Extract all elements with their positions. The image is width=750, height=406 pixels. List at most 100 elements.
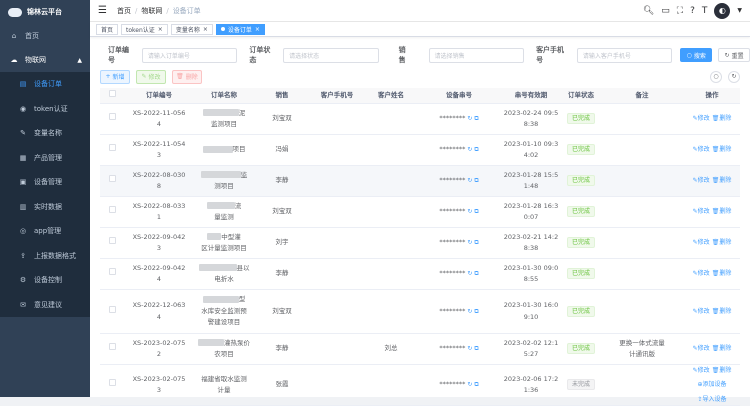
phone-input[interactable]: 请输入客户手机号 [576, 47, 673, 63]
refresh-icon[interactable]: ↻ [467, 208, 472, 215]
row-checkbox[interactable] [108, 379, 116, 387]
edit-link[interactable]: ✎修改 [693, 367, 710, 374]
sidebar-item-report-format[interactable]: ⇪ 上报数据格式 [0, 243, 90, 268]
order-no-input[interactable]: 请输入订单编号 [141, 47, 238, 63]
edit-link[interactable]: ✎修改 [693, 270, 710, 277]
row-checkbox[interactable] [108, 113, 116, 121]
sales-label: 销售 [398, 46, 406, 64]
copy-icon[interactable]: ⧉ [474, 115, 478, 122]
tag-variable[interactable]: 变量名称 × [170, 23, 213, 35]
select-all-checkbox[interactable] [108, 89, 116, 97]
refresh-icon[interactable]: ↻ [467, 270, 472, 277]
sidebar-item-feedback[interactable]: ✉ 意见建议 [0, 292, 90, 317]
edit-link-label: 修改 [697, 270, 710, 278]
edit-link[interactable]: ✎修改 [693, 115, 710, 122]
fullscreen-icon[interactable]: ⛶ [677, 6, 683, 16]
edit-link[interactable]: ✎修改 [693, 208, 710, 215]
edit-link[interactable]: ✎修改 [693, 345, 710, 352]
close-icon[interactable]: × [255, 26, 260, 33]
breadcrumb-iot[interactable]: 物联网 [141, 7, 162, 15]
copy-icon[interactable]: ⧉ [474, 270, 478, 277]
delete-link[interactable]: 🗑︎删除 [712, 367, 732, 374]
sidebar-item-app[interactable]: ◎ app管理 [0, 219, 90, 244]
sidebar-item-device-order[interactable]: ▤ 设备订单 [0, 72, 90, 97]
sidebar-item-iot[interactable]: ☁ 物联网 ▲ [0, 48, 90, 72]
row-checkbox[interactable] [108, 175, 116, 183]
sidebar-item-product[interactable]: ▦ 产品管理 [0, 145, 90, 170]
sales-select[interactable]: 请选择销售 [428, 47, 525, 63]
row-checkbox[interactable] [108, 206, 116, 214]
reset-button[interactable]: ↻ 重置 [718, 48, 750, 62]
delete-link[interactable]: 🗑︎删除 [712, 345, 732, 352]
font-size-icon[interactable]: T [702, 6, 708, 16]
help-icon[interactable]: ? [690, 6, 695, 16]
avatar[interactable]: ◐ [714, 2, 731, 19]
copy-icon[interactable]: ⧉ [474, 308, 478, 315]
cell-serial: ******** ↻ ⧉ [418, 343, 500, 355]
row-checkbox[interactable] [108, 343, 116, 351]
delete-button[interactable]: 🗑︎ 删除 [172, 69, 202, 84]
refresh-button[interactable]: ↻ [728, 70, 740, 83]
order-no-line: XS-2022-09-042 [132, 232, 186, 241]
search-toggle-button[interactable]: ○ [710, 70, 722, 83]
status-badge: 已完成 [566, 305, 595, 317]
refresh-icon[interactable]: ↻ [467, 177, 472, 184]
row-checkbox[interactable] [108, 144, 116, 152]
row-checkbox[interactable] [108, 268, 116, 276]
row-checkbox[interactable] [108, 237, 116, 245]
hamburger-icon[interactable]: ☰ [98, 5, 107, 16]
breadcrumb-home[interactable]: 首页 [117, 7, 131, 15]
delete-link[interactable]: 🗑︎删除 [712, 115, 732, 122]
sidebar-item-token[interactable]: ◉ token认证 [0, 96, 90, 121]
search-button[interactable]: ○ 搜索 [680, 48, 713, 62]
monitor-icon[interactable]: ▭ [661, 6, 670, 16]
sidebar-item-variable-name[interactable]: ✎ 变量名称 [0, 121, 90, 146]
import-device-link[interactable]: ⇪导入设备 [697, 394, 726, 406]
add-device-link[interactable]: ⊕添加设备 [697, 379, 726, 391]
tag-token[interactable]: token认证 × [121, 23, 168, 35]
sidebar-item-realtime[interactable]: ▥ 实时数据 [0, 194, 90, 219]
close-icon[interactable]: × [203, 26, 208, 33]
delete-link[interactable]: 🗑︎删除 [712, 308, 732, 315]
search-button-label: 搜索 [693, 52, 706, 60]
refresh-icon[interactable]: ↻ [467, 146, 472, 153]
order-no-line: 3 [156, 244, 162, 252]
sidebar-item-home[interactable]: ⌂ 首页 [0, 24, 90, 48]
add-button[interactable]: + 新增 [100, 69, 130, 84]
row-checkbox[interactable] [108, 305, 116, 313]
add-button-label: 新增 [112, 74, 125, 81]
edit-link[interactable]: ✎修改 [693, 177, 710, 184]
copy-icon[interactable]: ⧉ [474, 239, 478, 246]
delete-link[interactable]: 🗑︎删除 [712, 239, 732, 246]
sidebar-item-device[interactable]: ▣ 设备管理 [0, 170, 90, 195]
refresh-icon[interactable]: ↻ [467, 381, 472, 388]
cell-sales: 李静 [275, 176, 289, 185]
refresh-icon[interactable]: ↻ [467, 308, 472, 315]
tag-device-order[interactable]: 设备订单 × [215, 23, 265, 35]
chevron-down-icon[interactable]: ▼ [737, 7, 742, 14]
copy-icon[interactable]: ⧉ [474, 208, 478, 215]
cell-order-no: XS-2022-09-042 4 [124, 263, 194, 286]
copy-icon[interactable]: ⧉ [474, 381, 478, 388]
app-logo[interactable]: 锦林云平台 [0, 0, 90, 24]
copy-icon[interactable]: ⧉ [474, 177, 478, 184]
tag-home[interactable]: 首页 [96, 23, 119, 35]
delete-link[interactable]: 🗑︎删除 [712, 177, 732, 184]
refresh-icon[interactable]: ↻ [467, 345, 472, 352]
sidebar-item-label: app管理 [34, 227, 62, 236]
refresh-icon[interactable]: ↻ [467, 115, 472, 122]
close-icon[interactable]: × [158, 26, 163, 33]
sidebar-item-control[interactable]: ⚙ 设备控制 [0, 268, 90, 293]
edit-link[interactable]: ✎修改 [693, 308, 710, 315]
refresh-icon[interactable]: ↻ [467, 239, 472, 246]
edit-link[interactable]: ✎修改 [693, 146, 710, 153]
edit-button[interactable]: ✎ 修改 [136, 69, 166, 84]
delete-link[interactable]: 🗑︎删除 [712, 146, 732, 153]
copy-icon[interactable]: ⧉ [474, 345, 478, 352]
edit-link[interactable]: ✎修改 [693, 239, 710, 246]
status-select[interactable]: 请选择状态 [283, 47, 379, 63]
search-icon[interactable]: 🔍︎ [643, 6, 654, 16]
delete-link[interactable]: 🗑︎删除 [712, 208, 732, 215]
copy-icon[interactable]: ⧉ [474, 146, 478, 153]
delete-link[interactable]: 🗑︎删除 [712, 270, 732, 277]
